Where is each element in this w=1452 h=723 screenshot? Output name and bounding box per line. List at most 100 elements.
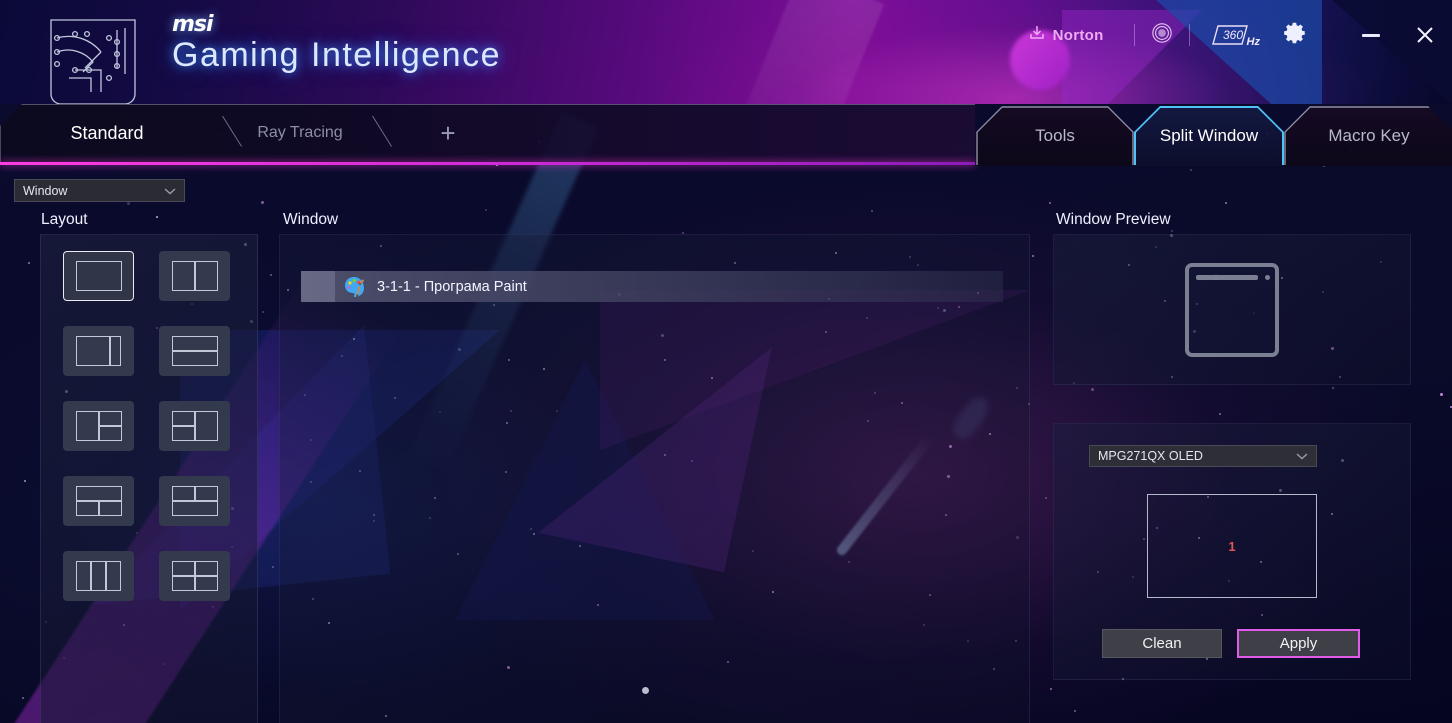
close-button[interactable] [1398, 15, 1452, 55]
layout-left-split-right-full[interactable] [159, 401, 230, 451]
layout-cell [98, 426, 122, 441]
layout-panel [40, 234, 258, 723]
layout-preview-icon [171, 261, 218, 291]
layout-cell [194, 486, 218, 501]
apply-button[interactable]: Apply [1237, 629, 1360, 658]
window-preview-panel [1053, 234, 1411, 385]
header-controls: Norton 360 Hz [1028, 0, 1452, 70]
minimize-icon [1362, 33, 1380, 37]
brand-title: Gaming Intelligence [172, 36, 502, 74]
layout-cell [194, 411, 218, 441]
preview-close-dot [1265, 274, 1270, 280]
layout-cell [171, 576, 195, 591]
chevron-down-icon [1296, 452, 1308, 460]
layout-preview-icon [75, 486, 122, 516]
layout-top-full-bottom-split[interactable] [63, 476, 134, 526]
layout-cell [171, 486, 195, 501]
monitor-screen-1[interactable]: 1 [1147, 494, 1317, 598]
monitor-number: 1 [1228, 538, 1236, 554]
tab-ray-tracing[interactable]: Ray Tracing [240, 104, 360, 162]
monitor-select[interactable]: MPG271QX OLED [1089, 445, 1317, 467]
tab-standard[interactable]: Standard [52, 104, 162, 162]
layout-main-left-sidebar-right[interactable] [63, 326, 134, 376]
header-streak [725, 0, 885, 104]
tab-label: Macro Key [1328, 126, 1410, 145]
layout-preview-icon [171, 336, 218, 366]
layout-cell [194, 261, 218, 291]
tab-label: Split Window [1159, 126, 1259, 145]
layout-cell [75, 486, 122, 501]
monitor-panel: MPG271QX OLED 1 Clean Apply [1053, 423, 1411, 680]
layout-cell [171, 336, 218, 351]
layout-preview-icon [171, 486, 218, 516]
clean-button[interactable]: Clean [1102, 629, 1222, 658]
layout-single[interactable] [63, 251, 134, 301]
tab-underline [0, 162, 975, 165]
norton-label: Norton [1052, 26, 1104, 44]
refresh-rate-value: 360 [1223, 28, 1243, 42]
rgb-icon[interactable] [1151, 22, 1173, 49]
window-section-title: Window [283, 211, 339, 228]
layout-cell [98, 411, 122, 426]
layout-preview-icon [171, 411, 218, 441]
msi-logo-icon [31, 8, 155, 104]
layout-section-title: Layout [41, 211, 88, 228]
layout-preview-icon [75, 336, 122, 366]
layout-cell [194, 561, 218, 576]
layout-cell [171, 411, 195, 426]
download-icon [1028, 24, 1046, 47]
brand: msi Gaming Intelligence [172, 14, 501, 74]
layout-left-full-right-split[interactable] [63, 401, 134, 451]
layout-cell [106, 561, 122, 591]
tab-split-window[interactable]: Split Window [1134, 106, 1284, 166]
window-list-panel: 3-1-1 - Програма Paint [279, 234, 1030, 723]
tab-tools[interactable]: Tools [976, 106, 1134, 166]
window-list: 3-1-1 - Програма Paint [280, 235, 1029, 723]
layout-cell [171, 426, 195, 441]
layout-cell [171, 261, 195, 291]
layout-cell [109, 336, 122, 366]
window-list-item-label: 3-1-1 - Програма Paint [377, 278, 527, 295]
paint-palette-icon [343, 275, 367, 299]
window-frame-icon [1185, 262, 1279, 357]
preview-section-title: Window Preview [1056, 211, 1171, 228]
layout-3-vertical[interactable] [63, 551, 134, 601]
tab-macro-key[interactable]: Macro Key [1284, 106, 1452, 166]
layout-cell [171, 561, 195, 576]
norton-button[interactable]: Norton [1028, 24, 1104, 47]
main-content: Window Layout Window 3-1-1 - Програма Pa… [0, 166, 1452, 723]
brand-msi-label: msi [172, 12, 214, 37]
pagination-dot[interactable] [642, 687, 649, 694]
preview-title-bar [1196, 274, 1258, 280]
layout-cell [194, 576, 218, 591]
layout-preview-icon [75, 261, 122, 291]
add-tab-button[interactable]: + [428, 104, 468, 162]
layout-cell [171, 351, 218, 366]
layout-quad[interactable] [159, 551, 230, 601]
layout-cell [171, 501, 218, 516]
settings-button[interactable] [1282, 20, 1308, 51]
divider [1133, 24, 1135, 46]
tab-label: Tools [1035, 126, 1075, 145]
layout-preview-icon [171, 561, 218, 591]
layout-cell [98, 501, 122, 516]
mode-select-value: Window [23, 183, 68, 198]
chevron-down-icon [164, 187, 176, 195]
mode-select[interactable]: Window [14, 179, 185, 202]
refresh-rate-badge[interactable]: 360 Hz [1206, 22, 1260, 48]
layout-2-vertical[interactable] [159, 251, 230, 301]
window-list-item[interactable]: 3-1-1 - Програма Paint [301, 271, 1003, 302]
layout-preview-icon [75, 411, 122, 441]
monitor-select-value: MPG271QX OLED [1098, 449, 1203, 463]
window-list-item-handle[interactable] [301, 271, 335, 302]
layout-cell [75, 501, 99, 516]
layout-cell [75, 261, 122, 291]
layout-2-horizontal[interactable] [159, 326, 230, 376]
minimize-button[interactable] [1344, 15, 1398, 55]
layout-top-split-bottom-full[interactable] [159, 476, 230, 526]
layout-cell [90, 561, 107, 591]
layout-cell [75, 561, 91, 591]
divider [1188, 24, 1190, 46]
refresh-rate-unit: Hz [1246, 36, 1260, 48]
layout-cell [75, 336, 110, 366]
